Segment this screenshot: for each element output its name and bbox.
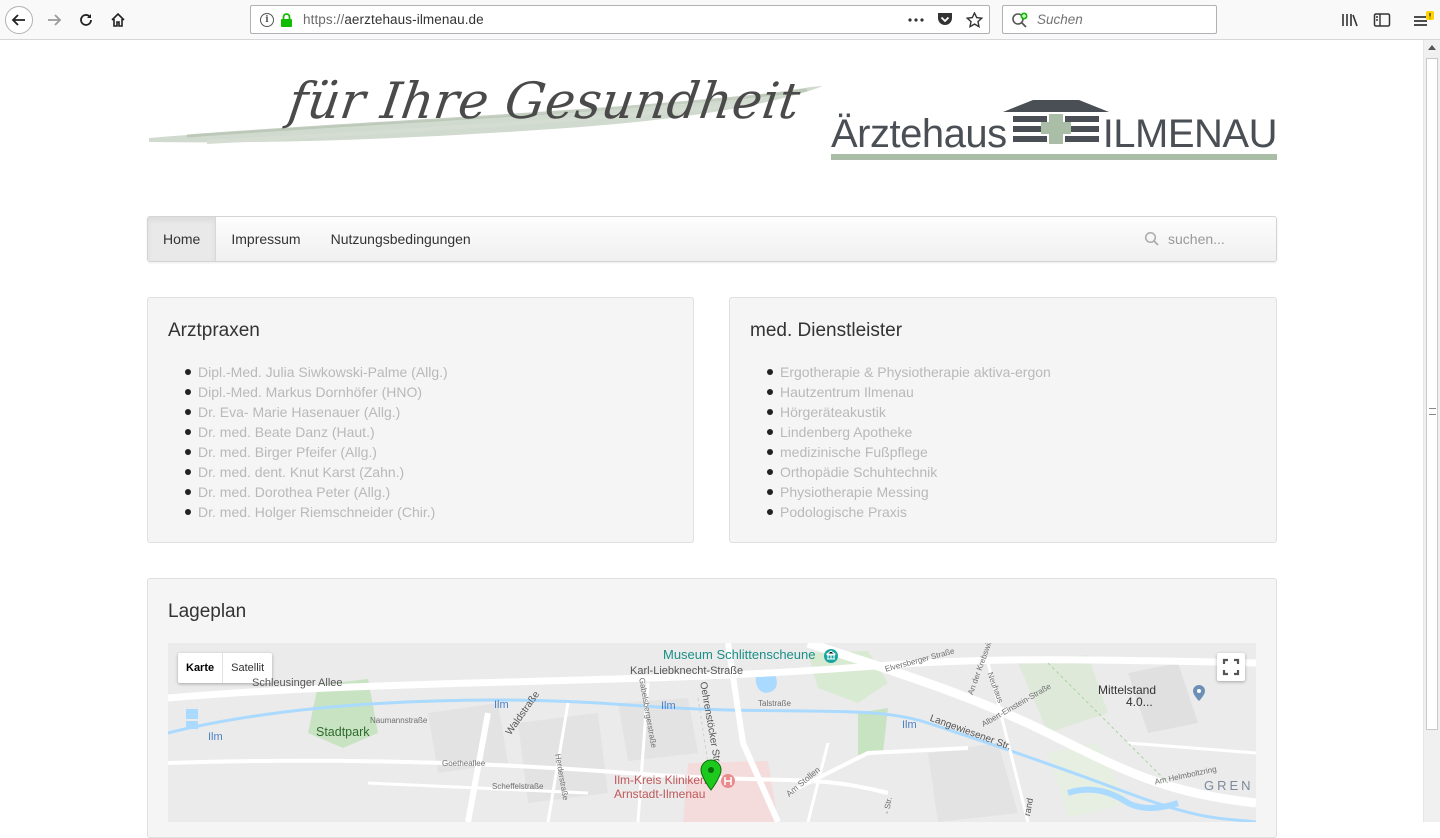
nav-item-impressum[interactable]: Impressum xyxy=(216,217,315,261)
hamburger-menu-icon xyxy=(1414,11,1434,26)
url-host: aerztehaus-ilmenau.de xyxy=(344,12,484,27)
dienstleister-panel: med. Dienstleister Ergotherapie & Physio… xyxy=(729,297,1277,543)
arztpraxis-link[interactable]: Dipl.-Med. Markus Dornhöfer (HNO) xyxy=(185,382,448,402)
arztpraxis-link[interactable]: Dr. med. Birger Pfeifer (Allg.) xyxy=(185,442,448,462)
place-pin-icon[interactable] xyxy=(1192,684,1206,702)
site-search-input[interactable]: suchen... xyxy=(1144,226,1262,252)
site-logo[interactable]: Ärztehaus ILMENAU xyxy=(831,96,1278,160)
dienstleister-link[interactable]: Ergotherapie & Physiotherapie aktiva-erg… xyxy=(767,362,1051,382)
browser-toolbar: i https://aerztehaus-ilmenau.de Suchen xyxy=(0,0,1440,40)
dienstleister-link[interactable]: Physiotherapie Messing xyxy=(767,482,1051,502)
site-search-placeholder: suchen... xyxy=(1168,231,1225,247)
nav-item-home[interactable]: Home xyxy=(148,217,217,261)
map-label-stadtpark: Stadtpark xyxy=(316,725,370,739)
map-label-mittelstand-2: 4.0... xyxy=(1126,695,1153,709)
map-label-ilm-4: Ilm xyxy=(902,719,917,731)
menu-button[interactable] xyxy=(1413,6,1435,34)
arztpraxis-link[interactable]: Dr. med. Dorothea Peter (Allg.) xyxy=(185,482,448,502)
logo-underline xyxy=(831,154,1277,160)
map-label-klinik-2: Arnstadt-Ilmenau xyxy=(614,787,706,801)
map-label-schleusinger: Schleusinger Allee xyxy=(252,677,343,689)
arztpraxen-list: Dipl.-Med. Julia Siwkowski-Palme (Allg.)… xyxy=(185,362,448,522)
dienstleister-link[interactable]: Lindenberg Apotheke xyxy=(767,422,1051,442)
map-label-naumann: Naumannstraße xyxy=(370,716,428,725)
arrow-left-icon xyxy=(11,14,25,26)
fullscreen-button[interactable] xyxy=(1217,653,1245,681)
page-scrollbar[interactable] xyxy=(1423,40,1440,822)
reload-icon xyxy=(80,14,92,26)
fullscreen-icon xyxy=(1222,658,1240,676)
back-button[interactable] xyxy=(5,6,33,34)
map-label-ilm-2: Ilm xyxy=(494,699,509,711)
browser-search-bar[interactable]: Suchen xyxy=(1002,5,1217,34)
site-header-banner: für Ihre Gesundheit Ärztehaus ILMENAU xyxy=(147,70,1278,170)
dienstleister-link[interactable]: Orthopädie Schuhtechnik xyxy=(767,462,1051,482)
arztpraxis-link[interactable]: Dipl.-Med. Julia Siwkowski-Palme (Allg.) xyxy=(185,362,448,382)
lageplan-title: Lageplan xyxy=(168,601,247,622)
url-protocol: https:// xyxy=(303,12,345,27)
dienstleister-list: Ergotherapie & Physiotherapie aktiva-erg… xyxy=(767,362,1051,522)
url-text: https://aerztehaus-ilmenau.de xyxy=(303,12,484,27)
map-label-karl-liebknecht: Karl-Liebknecht-Straße xyxy=(630,665,744,677)
info-icon[interactable]: i xyxy=(260,12,274,27)
map-label-talstrasse: Talstraße xyxy=(758,699,791,708)
sidebar-button[interactable] xyxy=(1373,6,1391,34)
scrollbar-grip-icon xyxy=(1429,408,1436,415)
location-marker-icon[interactable] xyxy=(700,759,722,791)
search-icon xyxy=(1144,231,1159,246)
library-button[interactable] xyxy=(1341,6,1359,34)
map-type-karte[interactable]: Karte xyxy=(178,653,222,683)
home-icon xyxy=(111,12,125,27)
arztpraxis-link[interactable]: Dr. med. dent. Knut Karst (Zahn.) xyxy=(185,462,448,482)
more-actions-icon[interactable] xyxy=(908,17,924,22)
building-cross-icon xyxy=(1003,100,1109,144)
dienstleister-title: med. Dienstleister xyxy=(750,320,903,341)
dienstleister-link[interactable]: medizinische Fußpflege xyxy=(767,442,1051,462)
arztpraxen-panel: Arztpraxen Dipl.-Med. Julia Siwkowski-Pa… xyxy=(147,297,694,543)
dienstleister-link[interactable]: Hörgeräteakustik xyxy=(767,402,1051,422)
home-button[interactable] xyxy=(104,6,132,34)
map-label-ilm-3: Ilm xyxy=(661,700,676,712)
museum-poi-icon[interactable] xyxy=(823,648,839,664)
site-tagline: für Ihre Gesundheit xyxy=(284,72,804,130)
library-icon xyxy=(1342,14,1358,27)
main-navigation: Home Impressum Nutzungsbedingungen suche… xyxy=(147,216,1277,262)
arztpraxis-link[interactable]: Dr. Eva- Marie Hasenauer (Allg.) xyxy=(185,402,448,422)
lock-icon[interactable] xyxy=(280,12,293,27)
map-label-ilm-1: Ilm xyxy=(208,731,223,743)
nav-item-nutzungsbedingungen[interactable]: Nutzungsbedingungen xyxy=(316,217,486,261)
google-map[interactable]: Karte Satellit Museum Schlittenscheune K… xyxy=(168,643,1256,822)
hospital-poi-icon[interactable] xyxy=(720,773,736,789)
search-engine-icon xyxy=(1012,12,1028,28)
scrollbar-thumb[interactable] xyxy=(1426,58,1438,730)
bookmark-star-icon[interactable] xyxy=(966,11,983,28)
address-bar[interactable]: i https://aerztehaus-ilmenau.de xyxy=(250,5,990,34)
arztpraxis-link[interactable]: Dr. med. Holger Riemschneider (Chir.) xyxy=(185,502,448,522)
reload-button[interactable] xyxy=(72,6,100,34)
pocket-icon[interactable] xyxy=(937,12,953,27)
map-label-gren: GREN xyxy=(1204,778,1254,793)
map-label-klinik-1: Ilm-Kreis Kliniken xyxy=(614,773,707,787)
logo-text-right: ILMENAU xyxy=(1102,112,1278,156)
map-label-museum: Museum Schlittenscheune xyxy=(663,647,816,662)
dienstleister-link[interactable]: Podologische Praxis xyxy=(767,502,1051,522)
arrow-right-icon xyxy=(48,14,62,26)
dienstleister-link[interactable]: Hautzentrum Ilmenau xyxy=(767,382,1051,402)
arztpraxis-link[interactable]: Dr. med. Beate Danz (Haut.) xyxy=(185,422,448,442)
sidebar-icon xyxy=(1373,13,1391,27)
map-label-goethe: Goetheallee xyxy=(442,759,486,768)
scroll-up-arrow-icon[interactable] xyxy=(1428,45,1436,50)
search-placeholder: Suchen xyxy=(1037,12,1083,27)
logo-text-left: Ärztehaus xyxy=(831,112,1007,156)
map-label-scheffel: Scheffelstraße xyxy=(492,782,544,791)
arztpraxen-title: Arztpraxen xyxy=(168,320,260,341)
forward-button[interactable] xyxy=(40,6,68,34)
